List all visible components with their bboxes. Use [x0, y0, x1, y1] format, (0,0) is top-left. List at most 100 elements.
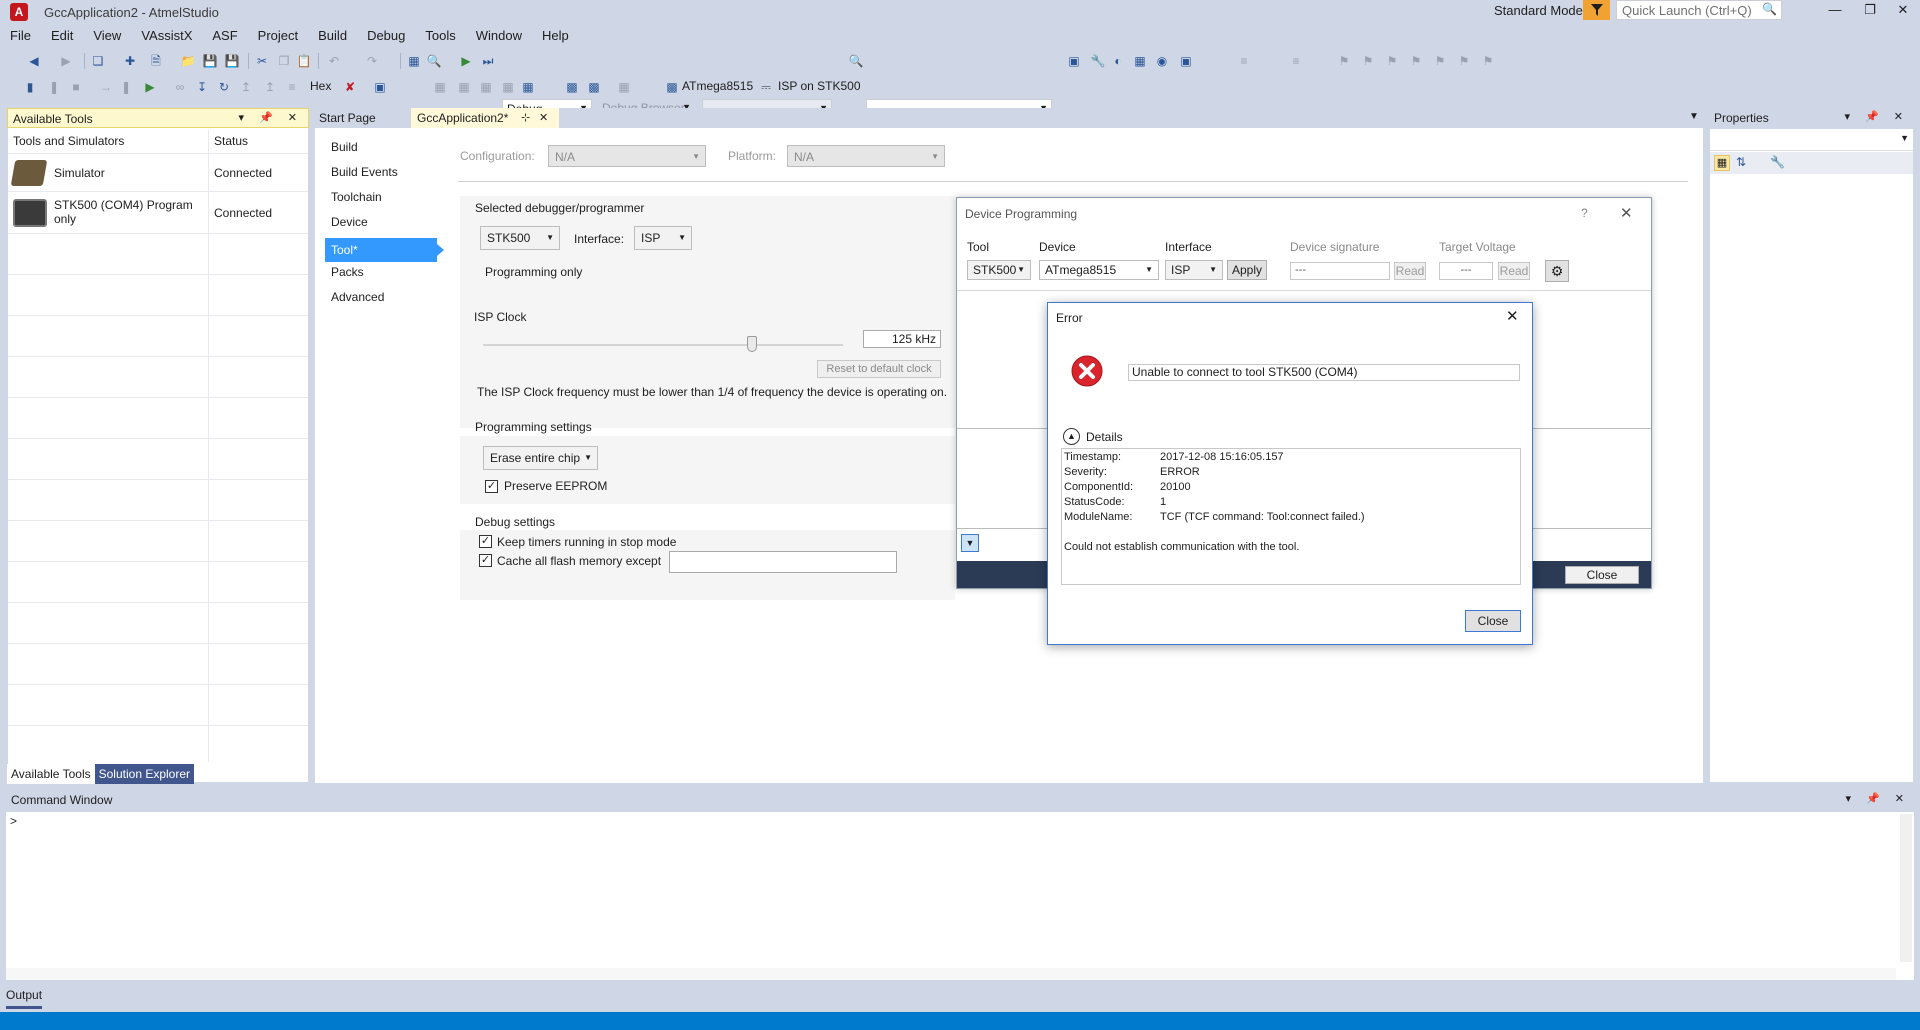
- minimize-button[interactable]: —: [1820, 0, 1850, 20]
- continue-icon[interactable]: ▶: [142, 79, 158, 95]
- bookmark-folder-icon[interactable]: ⚑: [1408, 53, 1424, 69]
- reset-default-clock-button[interactable]: Reset to default clock: [817, 360, 941, 378]
- tab-output[interactable]: Output: [6, 988, 43, 1009]
- tab-list-dropdown-icon[interactable]: ▼: [1689, 111, 1699, 122]
- dp-interface-dropdown[interactable]: ISP ▼: [1165, 260, 1223, 280]
- io-view-icon[interactable]: ▦: [500, 79, 516, 95]
- dashboard-icon[interactable]: ◐: [1110, 53, 1126, 69]
- quick-launch-input[interactable]: Quick Launch (Ctrl+Q) 🔍: [1616, 0, 1782, 20]
- tab-start-page[interactable]: Start Page: [313, 108, 409, 128]
- panel-window-controls[interactable]: ▾ 📌 ✕: [1844, 110, 1909, 123]
- close-tab-icon[interactable]: ✕: [539, 111, 548, 124]
- solution-icon[interactable]: ▣: [1066, 53, 1082, 69]
- pattern-icon[interactable]: ◉: [1154, 53, 1170, 69]
- nav-build-events[interactable]: Build Events: [325, 163, 404, 181]
- error-message-field[interactable]: Unable to connect to tool STK500 (COM4): [1128, 364, 1520, 381]
- menu-build[interactable]: Build: [308, 26, 357, 48]
- cut-icon[interactable]: ✂: [254, 53, 270, 69]
- nav-tool[interactable]: Tool*: [325, 238, 437, 262]
- forward-icon[interactable]: ▶: [58, 53, 74, 69]
- bookmark-icon-2[interactable]: ⚑: [1456, 53, 1472, 69]
- table-row[interactable]: Simulator Connected: [8, 154, 308, 192]
- platform-dropdown[interactable]: N/A ▼: [787, 145, 945, 167]
- chip-icon[interactable]: ▦: [1132, 53, 1148, 69]
- debugger-dropdown[interactable]: STK500 ▼: [480, 226, 560, 250]
- show-next-icon[interactable]: ∞: [172, 79, 188, 95]
- bookmark-next-icon[interactable]: ⚑: [1384, 53, 1400, 69]
- apply-button[interactable]: Apply: [1227, 260, 1267, 280]
- isp-clock-slider-thumb[interactable]: [747, 336, 757, 352]
- break-all-icon[interactable]: ❚: [118, 79, 134, 95]
- nav-build[interactable]: Build: [325, 138, 364, 156]
- registers-icon[interactable]: ▦: [456, 79, 472, 95]
- nav-advanced[interactable]: Advanced: [325, 288, 390, 306]
- find-in-files-icon[interactable]: ▦: [406, 53, 422, 69]
- vertical-scrollbar[interactable]: [1900, 814, 1912, 962]
- isp-clock-field[interactable]: 125 kHz: [863, 330, 941, 348]
- window-icon[interactable]: ▣: [1178, 53, 1194, 69]
- hex-toggle[interactable]: Hex: [310, 79, 331, 93]
- collapse-details-icon[interactable]: ▲: [1063, 428, 1080, 445]
- dp-close-button[interactable]: Close: [1565, 566, 1639, 584]
- help-icon[interactable]: ?: [1581, 206, 1588, 220]
- close-icon[interactable]: ✕: [1506, 307, 1519, 325]
- step-out-icon[interactable]: ↥: [238, 79, 254, 95]
- table-row[interactable]: STK500 (COM4) Program only Connected: [8, 192, 308, 234]
- menu-asf[interactable]: ASF: [202, 26, 247, 48]
- menu-debug[interactable]: Debug: [357, 26, 415, 48]
- close-window-button[interactable]: ✕: [1888, 0, 1918, 20]
- redo-icon[interactable]: ↷: [364, 53, 380, 69]
- interface-dropdown[interactable]: ISP ▼: [634, 226, 692, 250]
- keep-timers-checkbox[interactable]: ✓: [479, 535, 492, 548]
- breakpoint-toggle-icon[interactable]: ✘: [342, 79, 358, 95]
- expand-log-button[interactable]: ▼: [961, 534, 979, 552]
- start-without-debug-icon[interactable]: ⏭: [480, 53, 496, 69]
- pause-icon[interactable]: ❚: [46, 79, 62, 95]
- cache-flash-exception-field[interactable]: [669, 551, 897, 573]
- erase-mode-dropdown[interactable]: Erase entire chip ▼: [483, 446, 598, 470]
- undo-icon[interactable]: ↶: [326, 53, 342, 69]
- bookmark-prev-icon[interactable]: ⚑: [1360, 53, 1376, 69]
- panel-window-controls[interactable]: ▾ 📌 ✕: [1845, 792, 1910, 805]
- tool-interface-button[interactable]: ISP on STK500: [778, 79, 861, 93]
- step-over-icon[interactable]: ↻: [216, 79, 232, 95]
- dp-device-dropdown[interactable]: ATmega8515 ▼: [1039, 260, 1159, 280]
- menu-view[interactable]: View: [83, 26, 131, 48]
- error-close-button[interactable]: Close: [1465, 610, 1521, 632]
- bookmark-icon-3[interactable]: ⚑: [1480, 53, 1496, 69]
- menu-help[interactable]: Help: [532, 26, 579, 48]
- find-icon[interactable]: 🔍: [848, 53, 864, 69]
- restore-button[interactable]: ❐: [1855, 0, 1885, 20]
- alphabetical-icon[interactable]: ⇅: [1736, 155, 1746, 169]
- nav-toolchain[interactable]: Toolchain: [325, 188, 388, 206]
- command-window[interactable]: >: [5, 811, 1915, 981]
- tool-icon[interactable]: ⎓: [758, 79, 774, 95]
- breakpoints-window-icon[interactable]: ▣: [372, 79, 388, 95]
- reset-icon[interactable]: →: [98, 79, 114, 95]
- layout-icon[interactable]: ▦: [616, 79, 632, 95]
- tab-available-tools[interactable]: Available Tools: [7, 764, 95, 784]
- add-item-icon[interactable]: ✚: [122, 53, 138, 69]
- menu-project[interactable]: Project: [248, 26, 308, 48]
- preserve-eeprom-checkbox[interactable]: ✓: [485, 480, 498, 493]
- erase-device-icon[interactable]: ▩: [586, 79, 602, 95]
- step-into-icon[interactable]: ↧: [194, 79, 210, 95]
- categorized-icon[interactable]: ▦: [1714, 155, 1730, 171]
- horizontal-scrollbar[interactable]: [6, 968, 1896, 980]
- paste-icon[interactable]: 📋: [296, 53, 312, 69]
- stop-icon[interactable]: ■: [68, 79, 84, 95]
- indent-icon[interactable]: ≡: [1236, 53, 1252, 69]
- tab-gccapplication2[interactable]: GccApplication2* ⊹ ✕: [411, 108, 559, 128]
- memory-icon[interactable]: ▦: [478, 79, 494, 95]
- close-icon[interactable]: ✕: [1620, 204, 1633, 222]
- back-icon[interactable]: ◀: [26, 53, 42, 69]
- read-voltage-button[interactable]: Read: [1498, 262, 1530, 280]
- dp-tool-dropdown[interactable]: STK500 ▼: [967, 260, 1031, 280]
- save-all-icon[interactable]: 💾: [224, 53, 240, 69]
- disassembly-icon[interactable]: ▦: [432, 79, 448, 95]
- new-file-icon[interactable]: 🗎: [148, 53, 164, 69]
- zoom-icon[interactable]: 🔍: [426, 53, 442, 69]
- cache-flash-checkbox[interactable]: ✓: [479, 554, 492, 567]
- save-icon[interactable]: 💾: [202, 53, 218, 69]
- new-project-icon[interactable]: ❑: [90, 53, 106, 69]
